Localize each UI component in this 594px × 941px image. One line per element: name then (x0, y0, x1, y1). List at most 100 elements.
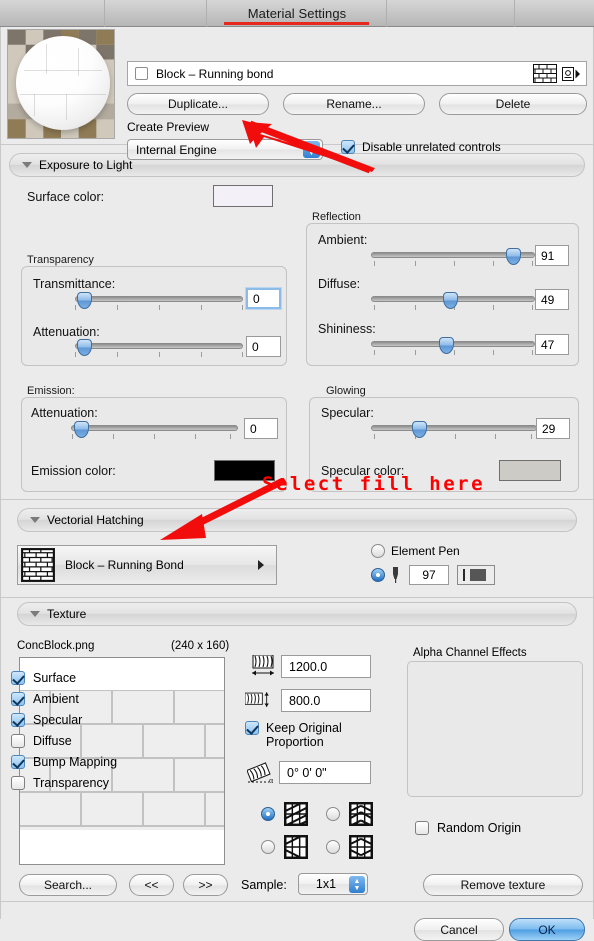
mirror-both-radio[interactable] (326, 840, 340, 854)
transparency-attenuation-slider[interactable] (75, 339, 243, 357)
chevron-updown-icon[interactable]: ▲ ▼ (349, 876, 365, 893)
hatching-fill-selector[interactable]: Block – Running Bond (17, 545, 277, 585)
hatching-fill-name: Block – Running Bond (65, 558, 184, 572)
random-origin-checkbox[interactable] (415, 821, 429, 835)
transmittance-slider[interactable] (75, 292, 243, 310)
search-texture-button[interactable]: Search... (19, 874, 117, 896)
delete-button[interactable]: Delete (439, 93, 587, 115)
section-vectorial-hatching[interactable]: Vectorial Hatching (17, 508, 577, 532)
disclosure-triangle-icon[interactable] (30, 611, 40, 617)
alpha-item-surface[interactable]: Surface (11, 671, 76, 685)
alpha-transparency-label: Transparency (33, 776, 109, 790)
texture-filename: ConcBlock.png (17, 640, 95, 652)
texture-width-field[interactable]: 1200.0 (281, 655, 371, 678)
specular-slider[interactable] (371, 421, 537, 439)
transparency-group-label: Transparency (27, 254, 94, 266)
specular-value-field[interactable]: 29 (536, 418, 570, 439)
transmittance-value-field[interactable]: 0 (246, 288, 281, 309)
alpha-diffuse-label: Diffuse (33, 734, 72, 748)
mirror-horizontal-radio[interactable] (261, 840, 275, 854)
mirror-option-both[interactable] (326, 835, 373, 859)
section-texture[interactable]: Texture (17, 602, 577, 626)
glowing-group-label: Glowing (326, 385, 366, 397)
surface-color-swatch[interactable] (213, 185, 273, 207)
alpha-channel-group-label: Alpha Channel Effects (413, 647, 527, 659)
element-pen-option[interactable]: Element Pen (371, 544, 460, 558)
alpha-item-bump-mapping[interactable]: Bump Mapping (11, 755, 117, 769)
brick-pattern-icon[interactable] (533, 64, 557, 83)
ambient-slider[interactable] (371, 248, 535, 266)
diffuse-value-field[interactable]: 49 (535, 289, 569, 310)
alpha-ambient-checkbox[interactable] (11, 692, 25, 706)
preview-engine-value: Internal Engine (136, 142, 217, 157)
alpha-specular-checkbox[interactable] (11, 713, 25, 727)
rename-button[interactable]: Rename... (283, 93, 425, 115)
texture-angle-icon: α (247, 762, 274, 785)
keep-original-proportion-row[interactable]: Keep Original Proportion (245, 721, 358, 749)
mirror-vertical-icon (349, 802, 373, 826)
emission-attenuation-value-field[interactable]: 0 (244, 418, 278, 439)
chevron-right-icon[interactable] (258, 560, 264, 570)
chevron-updown-icon[interactable]: ▲ ▼ (303, 141, 320, 158)
delete-button-label: Delete (495, 97, 531, 111)
keep-proportion-checkbox[interactable] (245, 721, 259, 735)
custom-pen-option[interactable]: 97 (371, 565, 495, 585)
mirror-option-horizontal[interactable] (261, 835, 308, 859)
mirror-option-none[interactable] (261, 802, 308, 826)
alpha-item-ambient[interactable]: Ambient (11, 692, 79, 706)
element-pen-radio[interactable] (371, 544, 385, 558)
pen-color-swatch[interactable] (457, 565, 495, 585)
alpha-channel-group (407, 661, 583, 797)
disable-unrelated-checkbox[interactable] (341, 140, 355, 154)
disable-unrelated-label: Disable unrelated controls (362, 140, 501, 154)
emission-attenuation-slider[interactable] (71, 421, 238, 439)
texture-height-field[interactable]: 800.0 (281, 689, 371, 712)
mirror-option-vertical[interactable] (326, 802, 373, 826)
custom-pen-radio[interactable] (371, 568, 385, 582)
texture-dimensions: (240 x 160) (171, 640, 230, 652)
preview-engine-select[interactable]: Internal Engine ▲ ▼ (127, 139, 323, 160)
alpha-bump-mapping-checkbox[interactable] (11, 755, 25, 769)
specular-color-swatch[interactable] (499, 460, 561, 481)
shininess-value-field[interactable]: 47 (535, 334, 569, 355)
remove-texture-button[interactable]: Remove texture (423, 874, 583, 896)
cancel-button-label: Cancel (440, 922, 478, 937)
material-preview-thumbnail[interactable] (7, 29, 115, 139)
mirror-vertical-radio[interactable] (326, 807, 340, 821)
material-favorite-checkbox[interactable] (135, 67, 148, 80)
alpha-ambient-label: Ambient (33, 692, 79, 706)
alpha-transparency-checkbox[interactable] (11, 776, 25, 790)
mirror-none-radio[interactable] (261, 807, 275, 821)
alpha-surface-checkbox[interactable] (11, 671, 25, 685)
alpha-item-diffuse[interactable]: Diffuse (11, 734, 72, 748)
transparency-attenuation-value-field[interactable]: 0 (246, 336, 281, 357)
ambient-value-field[interactable]: 91 (535, 245, 569, 266)
texture-angle-field[interactable]: 0° 0' 0" (279, 761, 371, 784)
alpha-item-specular[interactable]: Specular (11, 713, 82, 727)
diffuse-slider[interactable] (371, 292, 535, 310)
disclosure-triangle-icon[interactable] (22, 162, 32, 168)
shininess-label: Shininess: (318, 322, 376, 336)
alpha-diffuse-checkbox[interactable] (11, 734, 25, 748)
previous-texture-button[interactable]: << (129, 874, 174, 896)
duplicate-button[interactable]: Duplicate... (127, 93, 269, 115)
footer-divider (1, 901, 593, 902)
cancel-button[interactable]: Cancel (414, 918, 504, 941)
random-origin-row[interactable]: Random Origin (415, 821, 521, 835)
section-hatching-title: Vectorial Hatching (47, 513, 144, 527)
disable-unrelated-controls-row[interactable]: Disable unrelated controls (341, 140, 501, 154)
reflection-group-label: Reflection (312, 211, 361, 223)
next-texture-button[interactable]: >> (183, 874, 228, 896)
alpha-bump-mapping-label: Bump Mapping (33, 755, 118, 769)
surface-color-label: Surface color: (27, 190, 105, 204)
sample-select[interactable]: 1x1 ▲ ▼ (298, 873, 368, 895)
export-material-icon[interactable] (561, 65, 581, 83)
disclosure-triangle-icon[interactable] (30, 517, 40, 523)
svg-text:α: α (269, 776, 274, 785)
alpha-item-transparency[interactable]: Transparency (11, 776, 109, 790)
shininess-slider[interactable] (371, 337, 535, 355)
ok-button[interactable]: OK (509, 918, 585, 941)
material-name-field[interactable]: Block – Running bond (127, 61, 587, 86)
pen-number-field[interactable]: 97 (409, 565, 449, 585)
window-titlebar: Material Settings (0, 0, 594, 27)
